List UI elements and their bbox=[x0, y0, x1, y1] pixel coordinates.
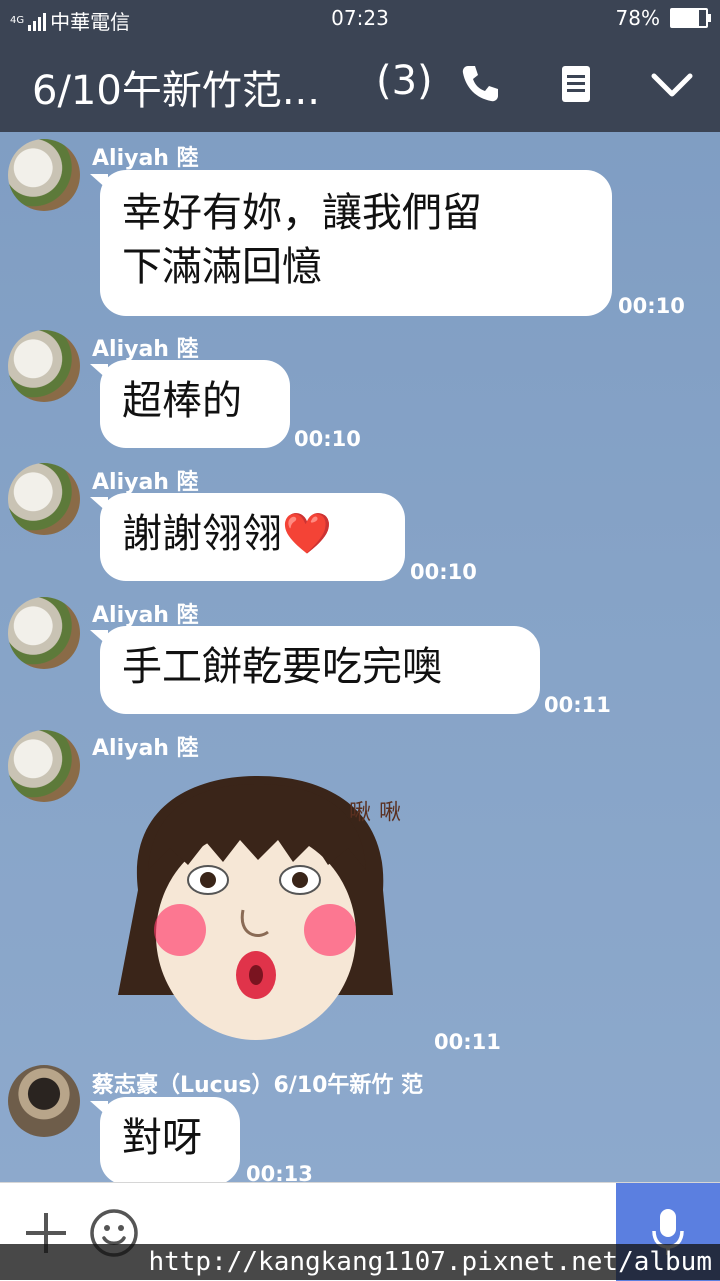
message-time: 00:11 bbox=[544, 693, 611, 717]
sender-name: Aliyah 陸 bbox=[92, 146, 199, 171]
phone-icon[interactable] bbox=[456, 60, 504, 108]
avatar[interactable] bbox=[8, 1065, 80, 1137]
member-count[interactable]: (3) bbox=[376, 58, 433, 104]
status-right: 78% bbox=[615, 6, 711, 30]
message-time: 00:10 bbox=[294, 427, 361, 451]
chevron-down-icon[interactable] bbox=[648, 60, 696, 108]
sender-name: Aliyah 陸 bbox=[92, 603, 199, 628]
message-bubble[interactable]: 對呀 bbox=[90, 1097, 240, 1185]
message-bubble[interactable]: 幸好有妳，讓我們留 下滿滿回憶 bbox=[90, 170, 612, 316]
message-time: 00:10 bbox=[618, 294, 685, 318]
sender-name: Aliyah 陸 bbox=[92, 337, 199, 362]
message-bubble[interactable]: 超棒的 bbox=[90, 360, 290, 448]
sticker-caption: 啾啾 bbox=[345, 800, 400, 822]
sender-name: 蔡志豪（Lucus）6/10午新竹 范 bbox=[92, 1073, 424, 1098]
chat-title[interactable]: 6/10午新竹范... bbox=[32, 58, 320, 116]
status-time: 07:23 bbox=[331, 6, 389, 30]
avatar[interactable] bbox=[8, 463, 80, 535]
message-text-line: 下滿滿回憶 bbox=[122, 244, 322, 290]
battery-fill bbox=[672, 10, 699, 26]
message-text: 超棒的 bbox=[122, 378, 242, 424]
message-text-line: 幸好有妳，讓我們留 bbox=[122, 190, 482, 236]
notes-icon[interactable] bbox=[552, 60, 600, 108]
heart-emoji: ❤️ bbox=[282, 511, 332, 557]
message-text: 手工餅乾要吃完噢 bbox=[122, 644, 442, 690]
message-time: 00:11 bbox=[434, 1030, 501, 1054]
avatar[interactable] bbox=[8, 597, 80, 669]
sender-name: Aliyah 陸 bbox=[92, 736, 199, 761]
avatar[interactable] bbox=[8, 139, 80, 211]
message-text: 對呀 bbox=[122, 1115, 202, 1161]
avatar[interactable] bbox=[8, 330, 80, 402]
watermark-text: http://kangkang1107.pixnet.net/album bbox=[0, 1244, 720, 1280]
battery-percent: 78% bbox=[615, 6, 660, 30]
message-bubble[interactable]: 謝謝翎翎❤️ bbox=[90, 493, 405, 581]
message-text: 謝謝翎翎 bbox=[122, 511, 282, 557]
battery-icon bbox=[670, 8, 711, 28]
sender-name: Aliyah 陸 bbox=[92, 470, 199, 495]
avatar[interactable] bbox=[8, 730, 80, 802]
message-bubble[interactable]: 手工餅乾要吃完噢 bbox=[90, 626, 540, 714]
status-bar: 4G 中華電信 07:23 78% bbox=[0, 0, 720, 36]
message-time: 00:10 bbox=[410, 560, 477, 584]
chat-header: 6/10午新竹范... (3) bbox=[0, 36, 720, 132]
